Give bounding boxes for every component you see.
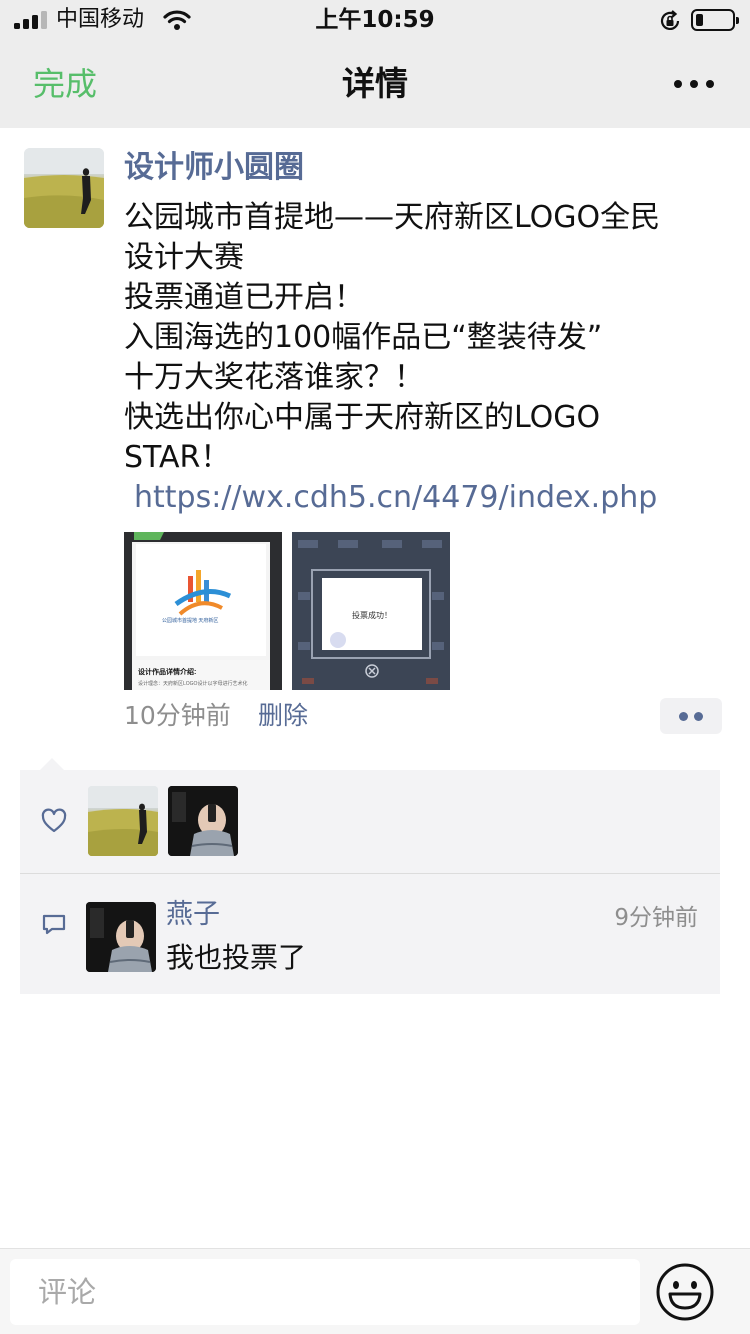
- author-avatar[interactable]: [24, 148, 104, 228]
- post-text-line: 投票通道已开启！: [124, 280, 364, 315]
- delete-button[interactable]: 删除: [258, 698, 308, 734]
- post-time: 10分钟前: [124, 701, 231, 730]
- comment-text[interactable]: 我也投票了: [166, 938, 306, 978]
- liker-avatar[interactable]: [88, 786, 158, 856]
- heart-icon: [41, 808, 67, 833]
- commenter-avatar-photo: [86, 902, 156, 972]
- post-image-logo-design[interactable]: 公园城市首提地 天府新区 设计作品详情介绍: 设计理念：天府新区LOGO设计以字…: [124, 532, 282, 690]
- page-title: 详情: [342, 64, 408, 103]
- liker-avatar[interactable]: [168, 786, 238, 856]
- commenter-name[interactable]: 燕子: [166, 896, 220, 934]
- liker-avatar-photo: [168, 786, 238, 856]
- divider: [20, 873, 720, 874]
- post-text-line: STAR！: [124, 440, 231, 475]
- post-text-line: 公园城市首提地——天府新区LOGO全民: [124, 200, 661, 235]
- like-comment-menu-button[interactable]: [660, 698, 722, 734]
- post-link[interactable]: https://wx.cdh5.cn/4479/index.php: [134, 478, 657, 518]
- post-author-name[interactable]: 设计师小圆圈: [124, 147, 304, 189]
- comment-time: 9分钟前: [614, 905, 698, 931]
- post-image-vote-success[interactable]: 投票成功！: [292, 532, 450, 690]
- avatar-photo: [24, 148, 104, 228]
- vote-popup-text: 投票成功！: [352, 610, 392, 620]
- more-options-icon[interactable]: [672, 76, 716, 92]
- status-time: 上午10:59: [315, 7, 435, 33]
- post-text-line: 入围海选的100幅作品已“整装待发”: [124, 320, 603, 355]
- post-text-line: 十万大奖花落谁家？！: [124, 360, 424, 395]
- commenter-avatar[interactable]: [86, 902, 156, 972]
- nav-bar: 完成 详情: [0, 40, 750, 128]
- emoji-icon[interactable]: [655, 1262, 715, 1322]
- post-text: 公园城市首提地——天府新区LOGO全民 设计大赛 投票通道已开启！ 入围海选的1…: [124, 198, 724, 478]
- comment-input[interactable]: [10, 1259, 640, 1325]
- logo-design-screenshot: 公园城市首提地 天府新区 设计作品详情介绍: 设计理念：天府新区LOGO设计以字…: [124, 532, 282, 690]
- logo-caption: 公园城市首提地 天府新区: [162, 617, 218, 624]
- post-text-line: 设计大赛: [124, 240, 244, 275]
- post-text-line: 快选出你心中属于天府新区的LOGO: [124, 400, 601, 435]
- orientation-lock-icon: [660, 10, 680, 30]
- battery-icon: [691, 9, 739, 31]
- status-bar: 中国移动 上午10:59: [0, 0, 750, 40]
- comment-input-bar: [0, 1248, 750, 1334]
- comment-icon: [42, 914, 66, 935]
- vote-success-screenshot: 投票成功！: [292, 532, 450, 690]
- details-heading: 设计作品详情介绍:: [138, 667, 196, 676]
- interaction-box-caret: [40, 758, 64, 770]
- liker-avatar-photo: [88, 786, 158, 856]
- details-text: 设计理念：天府新区LOGO设计以字母进行艺术化: [138, 680, 247, 687]
- done-button[interactable]: 完成: [33, 62, 97, 106]
